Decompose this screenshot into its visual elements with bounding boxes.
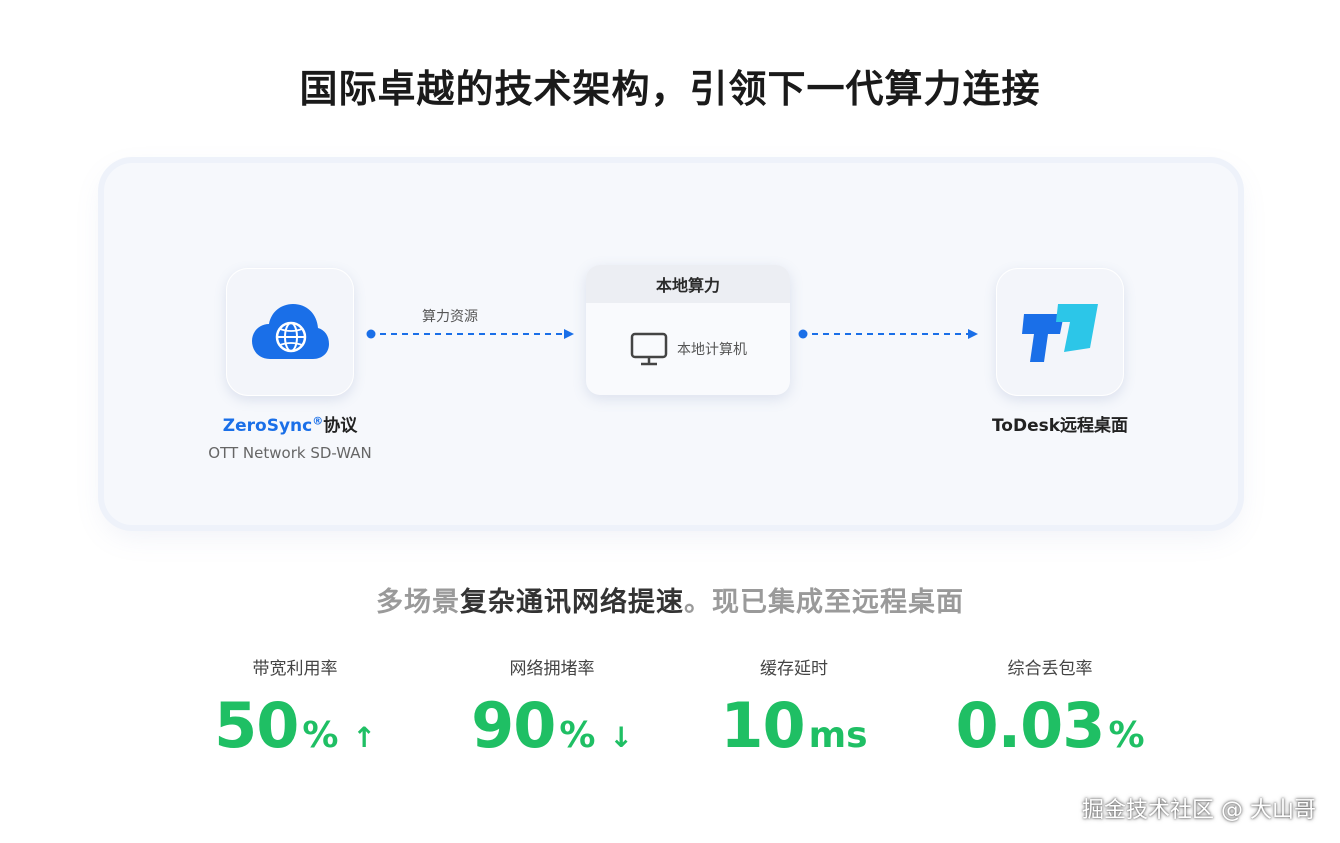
metric-label: 带宽利用率 <box>252 659 338 679</box>
todesk-caption: ToDesk远程桌面 <box>991 416 1129 436</box>
metric-label: 网络拥堵率 <box>509 659 595 679</box>
metric-bandwidth: 带宽利用率 50 % ↑ <box>195 654 395 757</box>
brand-suffix: 协议 <box>323 416 358 436</box>
local-compute-box: 本地算力 本地计算机 <box>586 265 790 395</box>
todesk-logo-icon <box>1022 304 1098 362</box>
registered-mark: ® <box>312 414 324 428</box>
zerosync-subtitle: OTT Network SD-WAN <box>208 444 372 462</box>
metric-value: 0.03 <box>955 689 1105 762</box>
zerosync-caption: ZeroSync®协议 OTT Network SD-WAN <box>174 411 406 462</box>
page-title: 国际卓越的技术架构，引领下一代算力连接 <box>299 67 1041 111</box>
metric-congestion: 网络拥堵率 90 % ↓ <box>452 654 652 757</box>
dashed-arrow <box>798 328 980 340</box>
metric-packet-loss: 综合丢包率 0.03 % <box>950 654 1150 757</box>
subtitle-part1: 多场景 <box>376 587 460 618</box>
arrow-up-icon: ↑ <box>352 721 376 754</box>
zerosync-brand: ZeroSync®协议 <box>174 411 406 436</box>
subtitle-part3: 。现已集成至远程桌面 <box>684 587 964 618</box>
watermark: 掘金技术社区 @ 大山哥 <box>1082 798 1316 823</box>
brand-name: ZeroSync <box>222 416 313 436</box>
monitor-icon <box>630 332 668 366</box>
architecture-panel: 算力资源 本地算力 本地计算机 ZeroSync®协议 OTT Network … <box>104 163 1238 525</box>
metric-latency: 缓存延时 10 ms <box>694 654 894 757</box>
arrow-label: 算力资源 <box>422 309 478 325</box>
metric-value: 10 <box>720 689 805 762</box>
section-subtitle: 多场景复杂通讯网络提速。现已集成至远程桌面 <box>0 580 1340 619</box>
zerosync-card <box>226 268 354 396</box>
arrow-down-icon: ↓ <box>609 721 633 754</box>
dashed-arrow <box>366 328 576 340</box>
metric-unit: ms <box>808 715 868 756</box>
metric-unit: % <box>302 715 339 756</box>
metric-label: 缓存延时 <box>760 659 828 679</box>
metric-unit: % <box>559 715 596 756</box>
todesk-card <box>996 268 1124 396</box>
local-compute-item: 本地计算机 <box>677 342 747 358</box>
cloud-network-icon <box>252 304 329 359</box>
metric-value: 90 <box>471 689 556 762</box>
metric-label: 综合丢包率 <box>1007 659 1093 679</box>
subtitle-part2: 复杂通讯网络提速 <box>460 587 684 618</box>
local-compute-header: 本地算力 <box>586 265 790 303</box>
metric-value: 50 <box>214 689 299 762</box>
metric-unit: % <box>1108 715 1145 756</box>
